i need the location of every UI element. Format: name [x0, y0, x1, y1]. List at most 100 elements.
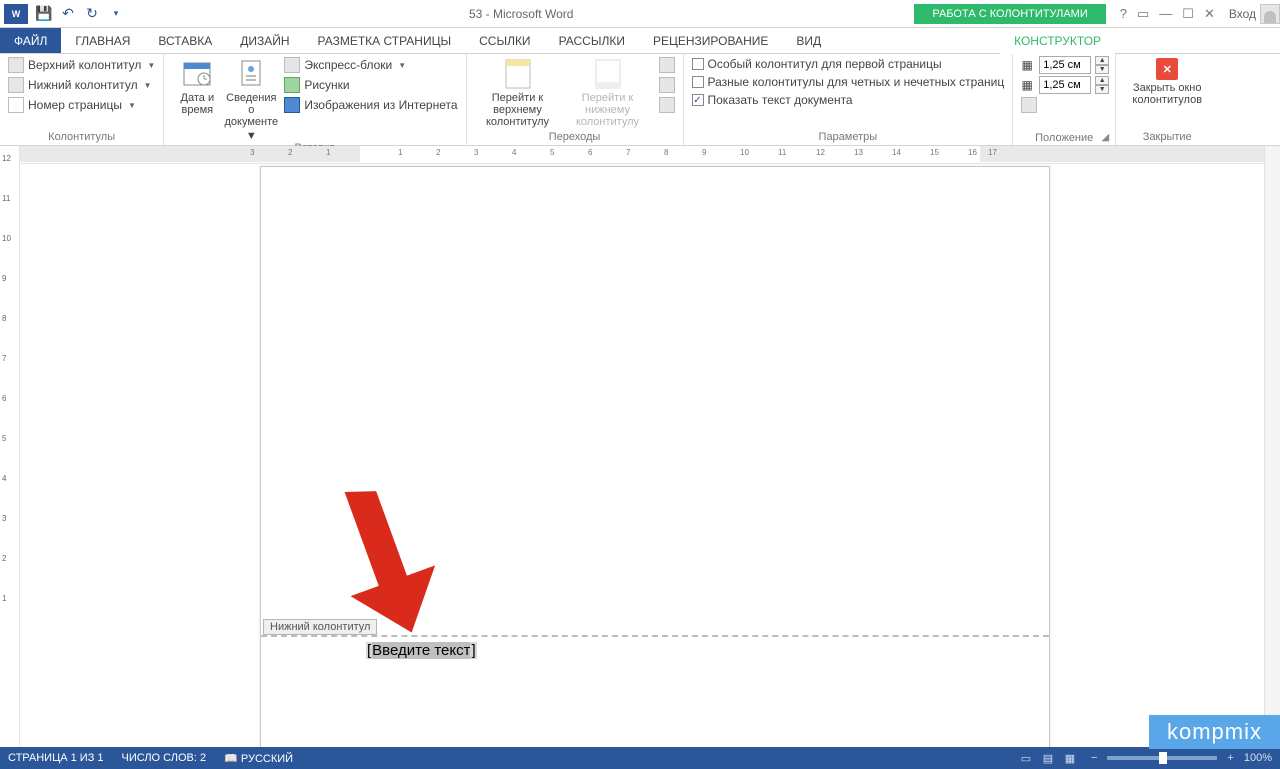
- tab-mailings[interactable]: РАССЫЛКИ: [545, 28, 639, 53]
- ruler-tick: 5: [2, 434, 6, 443]
- dialog-launcher-icon[interactable]: ◢: [1102, 132, 1110, 143]
- watermark: kompmix: [1149, 715, 1280, 749]
- status-word-count[interactable]: ЧИСЛО СЛОВ: 2: [122, 752, 207, 764]
- header-dropdown[interactable]: Верхний колонтитул▼: [6, 56, 157, 74]
- goto-header-button[interactable]: Перейти к верхнему колонтитулу: [473, 56, 563, 128]
- ruler-margin-shade: [20, 146, 360, 162]
- tab-file[interactable]: ФАЙЛ: [0, 28, 61, 53]
- tab-page-layout[interactable]: РАЗМЕТКА СТРАНИЦЫ: [304, 28, 466, 53]
- status-bar: СТРАНИЦА 1 ИЗ 1 ЧИСЛО СЛОВ: 2 📖 РУССКИЙ …: [0, 747, 1280, 769]
- close-window-button[interactable]: ✕: [1204, 6, 1215, 22]
- ruler-tick: 8: [2, 314, 6, 323]
- sign-in-link[interactable]: Вход: [1225, 7, 1260, 21]
- link-icon: [659, 97, 675, 113]
- tab-view[interactable]: ВИД: [782, 28, 835, 53]
- maximize-button[interactable]: ☐: [1182, 6, 1194, 22]
- ruler-tick: 14: [892, 148, 901, 157]
- chevron-down-icon: ▼: [144, 81, 152, 90]
- print-layout-icon[interactable]: ▤: [1037, 752, 1059, 765]
- document-info-label: Сведения о документе: [224, 92, 278, 128]
- zoom-in-button[interactable]: +: [1227, 752, 1233, 764]
- status-language[interactable]: 📖 РУССКИЙ: [224, 752, 293, 765]
- qat-save-button[interactable]: 💾: [32, 2, 56, 26]
- footer-placeholder-field[interactable]: [Введите текст]: [366, 642, 477, 660]
- ruler-tick: 8: [664, 148, 668, 157]
- zoom-slider[interactable]: [1107, 756, 1217, 760]
- alignment-tab-icon: [1021, 97, 1037, 113]
- contextual-tab-label: РАБОТА С КОЛОНТИТУЛАМИ: [914, 4, 1105, 24]
- vertical-ruler[interactable]: 12 11 10 9 8 7 6 5 4 3 2 1: [0, 146, 20, 747]
- insert-alignment-tab-button[interactable]: [1019, 96, 1109, 114]
- odd-even-label: Разные колонтитулы для четных и нечетных…: [708, 75, 1005, 89]
- document-page[interactable]: Нижний колонтитул [Введите текст]: [260, 166, 1050, 747]
- pictures-icon: [284, 77, 300, 93]
- ruler-tick: 9: [2, 274, 6, 283]
- ruler-tick: 2: [2, 554, 6, 563]
- tab-header-footer-design[interactable]: КОНСТРУКТОР: [1000, 29, 1115, 54]
- footer-dropdown[interactable]: Нижний колонтитул▼: [6, 76, 157, 94]
- qat-customize-button[interactable]: ▾: [104, 2, 128, 26]
- close-header-footer-label: Закрыть окно колонтитулов: [1122, 82, 1212, 106]
- help-button[interactable]: ?: [1120, 6, 1127, 21]
- minimize-button[interactable]: ―: [1159, 6, 1172, 21]
- vertical-scrollbar[interactable]: [1264, 146, 1280, 747]
- spin-up[interactable]: ▲: [1095, 76, 1109, 85]
- prev-icon: [659, 57, 675, 73]
- ruler-margin-shade: [980, 146, 1264, 162]
- qat-undo-button[interactable]: ↶: [56, 2, 80, 26]
- group-label-position: Положение: [1019, 132, 1109, 146]
- tab-design[interactable]: ДИЗАЙН: [226, 28, 303, 53]
- show-document-text-checkbox[interactable]: ✓ Показать текст документа: [690, 92, 1007, 108]
- header-from-top-spinner[interactable]: ▦ ▲▼: [1019, 56, 1109, 74]
- checkbox-checked-icon: ✓: [692, 94, 704, 106]
- tab-insert[interactable]: ВСТАВКА: [144, 28, 226, 53]
- horizontal-ruler[interactable]: 3 2 1 1 2 3 4 5 6 7 8 9 10 11 12 13 14 1…: [20, 146, 1264, 164]
- ribbon-display-button[interactable]: ▭: [1137, 6, 1149, 22]
- qat-redo-button[interactable]: ↻: [80, 2, 104, 26]
- status-page[interactable]: СТРАНИЦА 1 ИЗ 1: [8, 752, 104, 764]
- ruler-tick: 3: [474, 148, 478, 157]
- word-app-icon: W: [4, 4, 28, 24]
- ruler-tick: 11: [778, 148, 786, 157]
- read-mode-icon[interactable]: ▭: [1015, 752, 1037, 765]
- different-first-page-label: Особый колонтитул для первой страницы: [708, 57, 942, 71]
- zoom-level[interactable]: 100%: [1244, 752, 1272, 764]
- view-mode-buttons[interactable]: ▭▤▦: [1015, 752, 1081, 765]
- spin-up[interactable]: ▲: [1095, 56, 1109, 65]
- date-time-button[interactable]: Дата и время: [170, 56, 224, 116]
- show-document-text-label: Показать текст документа: [708, 93, 853, 107]
- ruler-tick: 7: [2, 354, 6, 363]
- online-pictures-icon: [284, 97, 300, 113]
- footer-from-bottom-input[interactable]: [1039, 76, 1091, 94]
- page-number-dropdown[interactable]: Номер страницы▼: [6, 96, 157, 114]
- group-label-navigation: Переходы: [473, 131, 677, 145]
- close-header-footer-button[interactable]: ✕ Закрыть окно колонтитулов: [1122, 56, 1212, 106]
- goto-footer-label: Перейти к нижнему колонтитулу: [563, 92, 653, 128]
- zoom-out-button[interactable]: −: [1091, 752, 1097, 764]
- calendar-icon: [181, 58, 213, 90]
- goto-footer-icon: [592, 58, 624, 90]
- spin-down[interactable]: ▼: [1095, 65, 1109, 74]
- web-layout-icon[interactable]: ▦: [1059, 752, 1081, 765]
- ruler-tick: 4: [2, 474, 6, 483]
- footer-from-bottom-spinner[interactable]: ▦ ▲▼: [1019, 76, 1109, 94]
- user-avatar-icon[interactable]: [1260, 4, 1280, 24]
- ruler-tick: 6: [2, 394, 6, 403]
- different-first-page-checkbox[interactable]: Особый колонтитул для первой страницы: [690, 56, 1007, 72]
- header-from-top-input[interactable]: [1039, 56, 1091, 74]
- online-pictures-button[interactable]: Изображения из Интернета: [282, 96, 459, 114]
- spin-down[interactable]: ▼: [1095, 85, 1109, 94]
- quick-parts-button[interactable]: Экспресс-блоки▼: [282, 56, 459, 74]
- pictures-button[interactable]: Рисунки: [282, 76, 459, 94]
- document-info-button[interactable]: Сведения о документе▼: [224, 56, 278, 142]
- tab-home[interactable]: ГЛАВНАЯ: [61, 28, 144, 53]
- checkbox-icon: [692, 76, 704, 88]
- goto-footer-button: Перейти к нижнему колонтитулу: [563, 56, 653, 128]
- tab-references[interactable]: ССЫЛКИ: [465, 28, 544, 53]
- odd-even-checkbox[interactable]: Разные колонтитулы для четных и нечетных…: [690, 74, 1007, 90]
- ruler-tick: 2: [436, 148, 440, 157]
- group-label-options: Параметры: [690, 131, 1007, 145]
- ruler-tick: 16: [968, 148, 977, 157]
- group-label-close: Закрытие: [1122, 131, 1212, 145]
- tab-review[interactable]: РЕЦЕНЗИРОВАНИЕ: [639, 28, 782, 53]
